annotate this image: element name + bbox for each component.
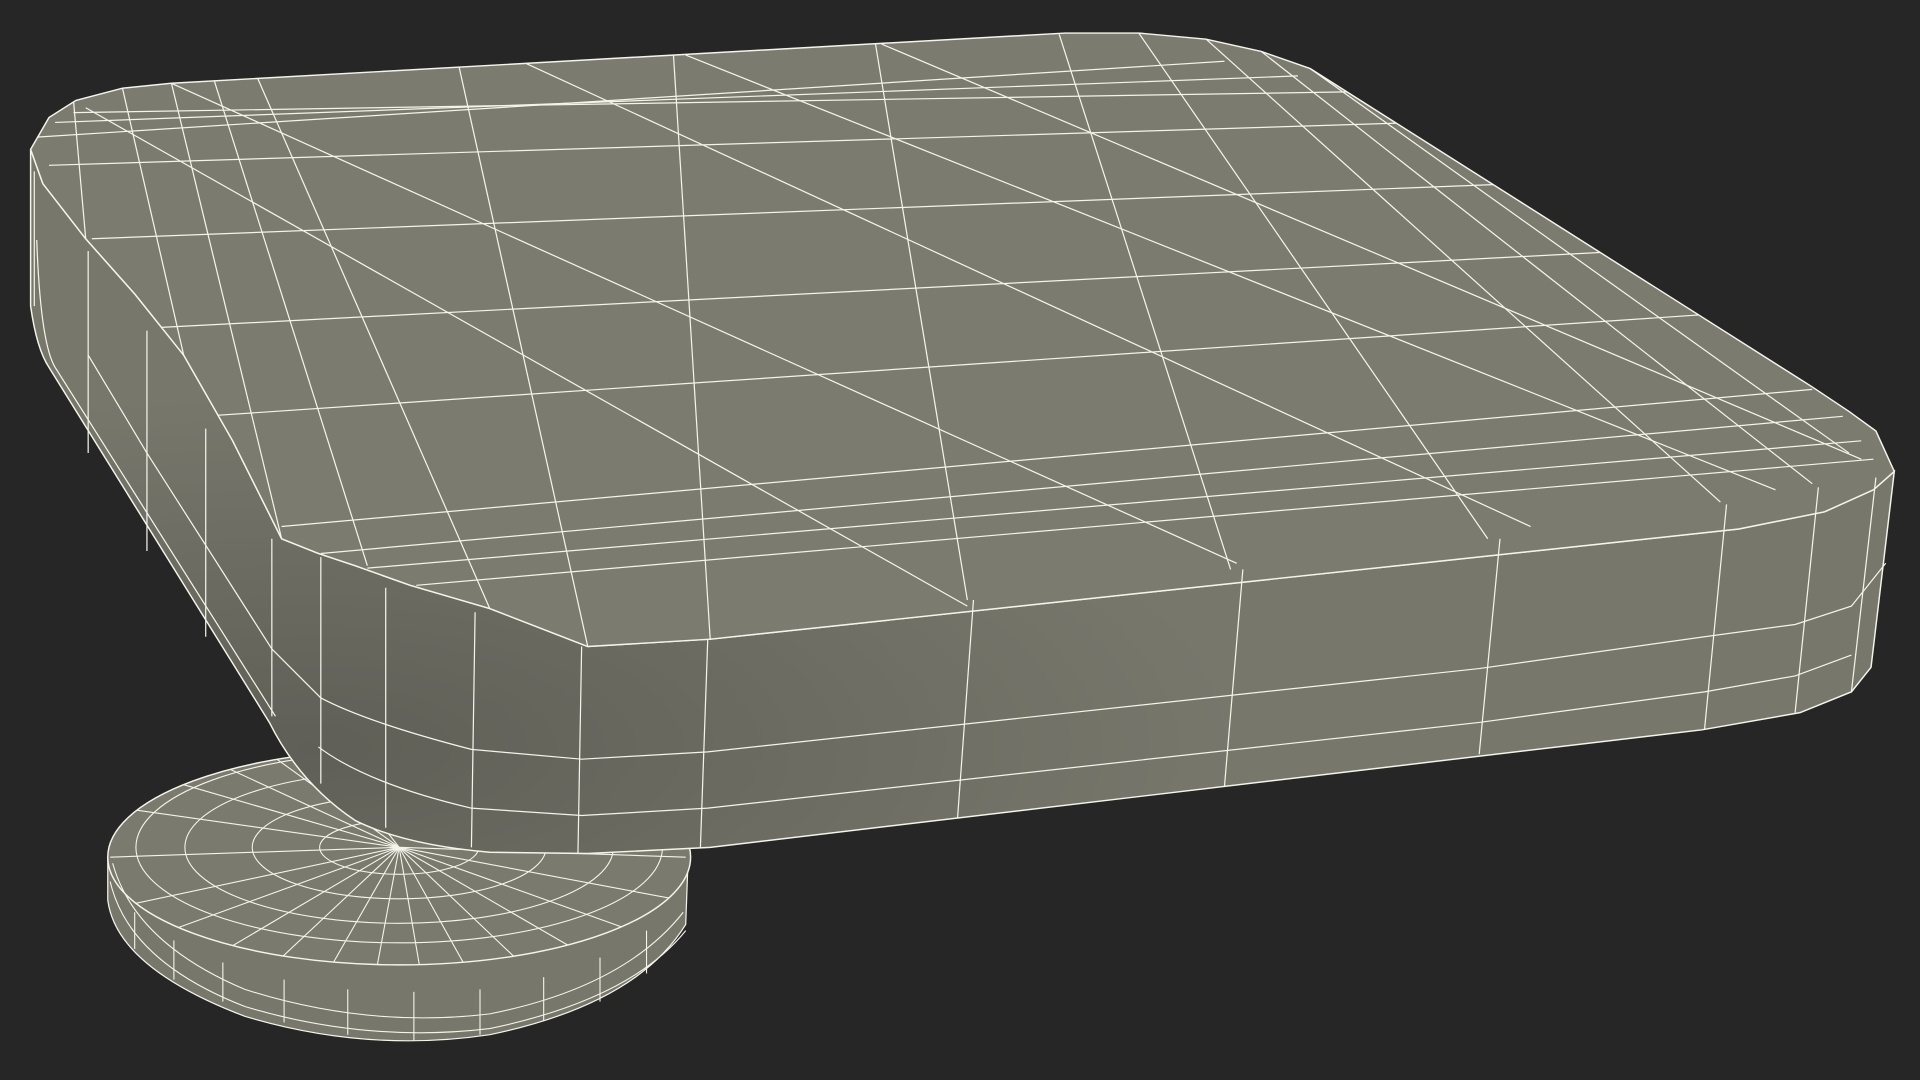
slab-body — [29, 32, 1896, 855]
render-viewport — [0, 0, 1920, 1080]
wireframe-render — [29, 32, 1896, 1042]
